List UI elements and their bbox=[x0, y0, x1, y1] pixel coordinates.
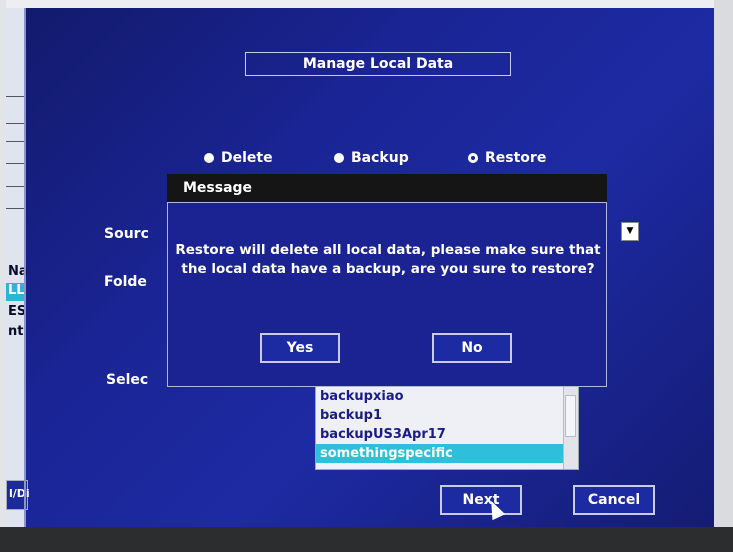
scrollbar-thumb[interactable] bbox=[565, 395, 576, 437]
screen: Na LL ES nt l/Di Manage Local Data Delet… bbox=[6, 8, 714, 527]
radio-delete-indicator bbox=[204, 153, 214, 163]
list-item[interactable]: backupUS3Apr17 bbox=[316, 425, 578, 444]
list-item[interactable]: backupxiao bbox=[316, 387, 578, 406]
next-button[interactable]: Next bbox=[440, 485, 522, 515]
message-dialog: Restore will delete all local data, plea… bbox=[167, 202, 607, 387]
radio-backup-indicator bbox=[334, 153, 344, 163]
folder-label: Folde bbox=[104, 274, 147, 290]
source-dropdown-arrow-icon[interactable]: ▼ bbox=[621, 222, 639, 241]
no-button[interactable]: No bbox=[432, 333, 512, 363]
background-window: Na LL ES nt l/Di bbox=[6, 8, 30, 527]
manage-local-data-panel: Manage Local Data Delete Backup Restore … bbox=[24, 8, 714, 527]
radio-backup-label: Backup bbox=[351, 150, 409, 166]
list-item-selected[interactable]: somethingspecific bbox=[316, 444, 578, 463]
radio-delete[interactable]: Delete bbox=[204, 150, 273, 166]
list-item[interactable]: backup1 bbox=[316, 406, 578, 425]
select-label: Selec bbox=[106, 372, 149, 388]
background-row-4: nt bbox=[8, 324, 24, 339]
radio-restore-indicator bbox=[468, 153, 478, 163]
source-label: Sourc bbox=[104, 226, 149, 242]
background-row-2: LL bbox=[6, 283, 26, 301]
cancel-button[interactable]: Cancel bbox=[573, 485, 655, 515]
radio-delete-label: Delete bbox=[221, 150, 273, 166]
page-title: Manage Local Data bbox=[245, 52, 511, 76]
radio-restore[interactable]: Restore bbox=[468, 150, 546, 166]
backup-list[interactable]: backupxiao backup1 backupUS3Apr17 someth… bbox=[315, 386, 579, 470]
list-scrollbar[interactable] bbox=[563, 387, 578, 469]
yes-button[interactable]: Yes bbox=[260, 333, 340, 363]
dialog-message-line-2: the local data have a backup, are you su… bbox=[181, 261, 595, 277]
monitor-bezel-bottom bbox=[0, 527, 733, 552]
monitor-bezel-right bbox=[714, 0, 733, 552]
dialog-message: Restore will delete all local data, plea… bbox=[168, 241, 608, 279]
radio-backup[interactable]: Backup bbox=[334, 150, 409, 166]
dialog-title: Message bbox=[167, 174, 607, 202]
dialog-message-line-1: Restore will delete all local data, plea… bbox=[175, 242, 601, 258]
radio-restore-label: Restore bbox=[485, 150, 547, 166]
